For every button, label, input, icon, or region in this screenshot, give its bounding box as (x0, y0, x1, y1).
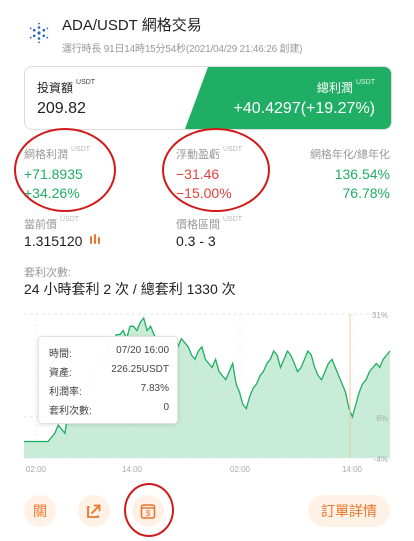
x-tick-label: 14:00 (342, 465, 363, 474)
annualized-label: 網格年化/總年化 (309, 149, 390, 161)
price-trend-icon (90, 234, 100, 244)
current-price-label: 當前價 USDT (24, 216, 80, 231)
share-icon (87, 504, 101, 518)
chart-tooltip: 時間: 07/20 16:00 資產: 226.25USDT 利潤率: 7.83% 套… (38, 336, 178, 424)
total-profit-label: 總利潤 USDT (316, 79, 375, 95)
annualized-grid-value: 136.54% (334, 166, 390, 182)
total-profit-value: +40.4297(+19.27%) (233, 100, 375, 117)
arbitrage-label: 套利次數: (24, 267, 72, 279)
annualized-total-value: 76.78% (342, 185, 390, 201)
y-tick-label: 6% (376, 414, 388, 423)
order-details-button[interactable]: 訂單詳情 (308, 495, 390, 527)
summary-card: 投資額 USDT 209.82 總利潤 USDT +40.4297(+19.27%) (24, 66, 392, 130)
x-tick-label: 02:00 (230, 465, 251, 474)
y-tick-label: -4% (374, 455, 388, 464)
cardano-logo-icon (29, 22, 49, 44)
x-tick-label: 14:00 (122, 465, 143, 474)
share-button[interactable] (78, 495, 110, 527)
annotation-circle-wallet (124, 483, 174, 537)
x-tick-label: 02:00 (26, 465, 47, 474)
annotation-circle-floating-pnl (162, 128, 270, 212)
current-price-value: 1.315120 (24, 233, 83, 249)
y-tick-label: 31% (372, 311, 388, 320)
arbitrage-summary: 24 小時套利 2 次 / 總套利 1330 次 (24, 281, 236, 297)
page-header: ADA/USDT 網格交易 運行時長 91日14時15分54秒(2021/04/… (0, 0, 414, 64)
annotation-circle-grid-profit (14, 128, 116, 212)
investment-label: 投資額 USDT (37, 79, 96, 95)
investment-value: 209.82 (37, 100, 86, 117)
close-grid-button[interactable]: 關 (24, 495, 56, 527)
price-range-value: 0.3 - 3 (176, 233, 216, 249)
page-title: ADA/USDT 網格交易 (62, 17, 202, 34)
profit-panel-background (185, 67, 391, 129)
runtime-subtitle: 運行時長 91日14時15分54秒(2021/04/29 21:46:26 創建… (62, 44, 303, 55)
price-range-label: 價格區間 USDT (176, 216, 243, 231)
